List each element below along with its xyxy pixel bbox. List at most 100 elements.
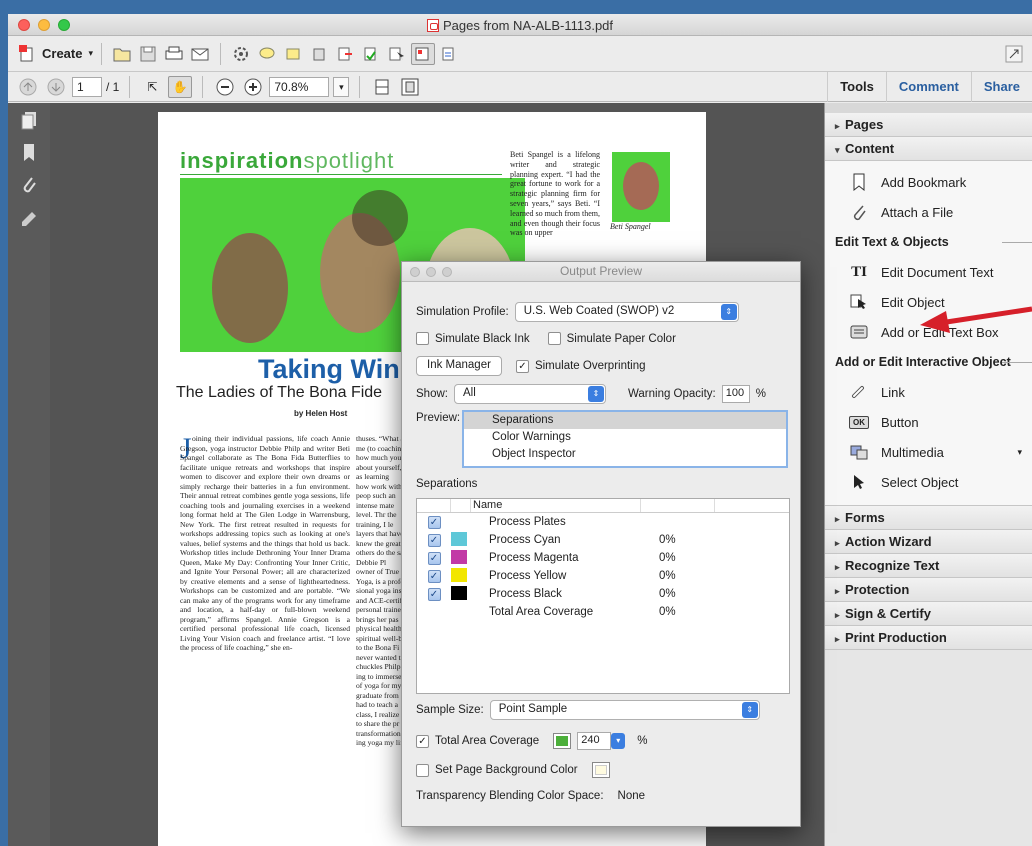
- create-button[interactable]: Create: [42, 46, 82, 61]
- open-folder-icon[interactable]: [110, 43, 134, 65]
- tool-attach-file[interactable]: Attach a File: [825, 197, 1032, 227]
- preview-mode-list: Separations Color Warnings Object Inspec…: [462, 410, 788, 468]
- export-icon[interactable]: [333, 43, 357, 65]
- dialog-zoom-button[interactable]: [442, 267, 452, 277]
- tab-tools[interactable]: Tools: [827, 72, 886, 102]
- fit-page-icon[interactable]: [398, 76, 422, 98]
- text-cursor-icon: TI: [851, 263, 867, 280]
- table-row[interactable]: ✓ Process Plates: [417, 513, 789, 531]
- select-stepper-icon: ⇕: [587, 386, 604, 402]
- tool-select-object[interactable]: Select Object: [825, 467, 1032, 497]
- tool-edit-document-text[interactable]: TI Edit Document Text: [825, 257, 1032, 287]
- email-icon[interactable]: [188, 43, 212, 65]
- blending-space-label: Transparency Blending Color Space:: [416, 790, 604, 802]
- set-page-background-checkbox[interactable]: [416, 763, 429, 777]
- table-row[interactable]: ✓ Process Yellow 0%: [417, 567, 789, 585]
- sample-size-select[interactable]: Point Sample ⇕: [489, 700, 760, 720]
- hand-tool-icon[interactable]: ✋: [168, 75, 193, 98]
- section-protection[interactable]: ▸ Protection: [825, 578, 1032, 602]
- table-row[interactable]: Total Area Coverage 0%: [417, 603, 789, 621]
- print-icon[interactable]: [162, 43, 186, 65]
- preflight-icon[interactable]: [437, 43, 461, 65]
- create-icon[interactable]: [16, 43, 40, 65]
- simulate-paper-color-checkbox[interactable]: [547, 332, 561, 345]
- section-content[interactable]: ▾ Content: [825, 137, 1032, 161]
- output-preview-icon[interactable]: [411, 42, 435, 65]
- settings-gear-icon[interactable]: [229, 43, 253, 65]
- zoom-in-icon[interactable]: [241, 76, 265, 98]
- preview-option-separations[interactable]: Separations: [464, 412, 786, 429]
- tool-link[interactable]: Link: [825, 377, 1032, 407]
- row-checkbox[interactable]: ✓: [417, 515, 451, 529]
- tac-color-swatch[interactable]: [553, 733, 572, 749]
- page-background-label: Set Page Background Color: [435, 764, 578, 776]
- tool-button[interactable]: OK Button: [825, 407, 1032, 437]
- row-pct: 0%: [659, 552, 676, 564]
- section-sign-certify[interactable]: ▸ Sign & Certify: [825, 602, 1032, 626]
- previous-page-icon[interactable]: [16, 76, 40, 98]
- section-action-wizard[interactable]: ▸ Action Wizard: [825, 530, 1032, 554]
- row-checkbox[interactable]: ✓: [417, 587, 451, 601]
- dialog-minimize-button[interactable]: [426, 267, 436, 277]
- combine-icon[interactable]: [359, 43, 383, 65]
- row-checkbox[interactable]: ✓: [417, 551, 451, 565]
- row-checkbox[interactable]: ✓: [417, 533, 451, 547]
- page-background-swatch[interactable]: [591, 762, 610, 778]
- page-number-input[interactable]: 1: [72, 76, 102, 97]
- zoom-level-input[interactable]: 70.8%: [269, 76, 330, 97]
- preview-option-object-inspector[interactable]: Object Inspector: [464, 446, 786, 463]
- tool-multimedia[interactable]: Multimedia ▾: [825, 437, 1032, 467]
- show-select[interactable]: All ⇕: [453, 384, 606, 404]
- section-print-production[interactable]: ▸ Print Production: [825, 626, 1032, 650]
- tac-value-input[interactable]: 240: [577, 732, 612, 750]
- table-row[interactable]: ✓ Process Magenta 0%: [417, 549, 789, 567]
- simulate-black-ink-checkbox[interactable]: [416, 332, 429, 345]
- warning-opacity-input[interactable]: 100: [721, 385, 750, 403]
- attachments-icon[interactable]: [20, 175, 38, 195]
- stamp-icon[interactable]: [307, 43, 331, 65]
- section-forms[interactable]: ▸ Forms: [825, 506, 1032, 530]
- bookmarks-icon[interactable]: [20, 143, 38, 163]
- signatures-icon[interactable]: [20, 207, 38, 227]
- ink-manager-button[interactable]: Ink Manager: [416, 356, 502, 376]
- page-thumbnails-icon[interactable]: [20, 111, 38, 131]
- beti-photo: [612, 152, 670, 222]
- select-cursor-icon[interactable]: ⇱: [140, 76, 164, 98]
- dropdown-arrow-icon[interactable]: ▾: [1017, 447, 1022, 458]
- next-page-icon[interactable]: [44, 76, 68, 98]
- show-row: Show: All ⇕ Warning Opacity: 100 %: [416, 384, 766, 404]
- header-check-col: [417, 499, 451, 512]
- tab-comment[interactable]: Comment: [885, 72, 971, 102]
- tac-dropdown-icon[interactable]: ▾: [611, 733, 626, 749]
- simulate-overprinting-checkbox[interactable]: ✓: [515, 359, 529, 373]
- tab-share[interactable]: Share: [970, 72, 1032, 102]
- row-name: Process Magenta: [489, 552, 579, 564]
- toolbar-divider: [220, 42, 221, 65]
- save-icon[interactable]: [136, 43, 160, 65]
- dialog-close-button[interactable]: [410, 267, 420, 277]
- select-tool-icon[interactable]: [385, 43, 409, 65]
- ok-button-icon: OK: [849, 415, 869, 429]
- section-pages[interactable]: ▸ Pages: [825, 113, 1032, 137]
- row-swatch: [451, 567, 489, 585]
- zoom-dropdown-icon[interactable]: ▾: [333, 76, 350, 97]
- comment-icon[interactable]: [255, 43, 279, 65]
- total-area-coverage-checkbox[interactable]: ✓: [416, 734, 429, 748]
- tool-add-bookmark[interactable]: Add Bookmark: [825, 167, 1032, 197]
- masthead-rule: [180, 174, 502, 175]
- preview-option-color-warnings[interactable]: Color Warnings: [464, 429, 786, 446]
- scrolling-mode-icon[interactable]: [370, 76, 394, 98]
- row-checkbox[interactable]: ✓: [417, 569, 451, 583]
- table-row[interactable]: ✓ Process Cyan 0%: [417, 531, 789, 549]
- zoom-out-icon[interactable]: [213, 76, 237, 98]
- highlight-icon[interactable]: [281, 43, 305, 65]
- table-row[interactable]: ✓ Process Black 0%: [417, 585, 789, 603]
- section-label: Forms: [845, 510, 885, 525]
- section-label: Action Wizard: [845, 534, 932, 549]
- expanded-arrow-icon: ▾: [835, 145, 840, 155]
- simulation-profile-select[interactable]: U.S. Web Coated (SWOP) v2 ⇕: [514, 302, 739, 322]
- section-recognize-text[interactable]: ▸ Recognize Text: [825, 554, 1032, 578]
- main-toolbar: Create ▾: [8, 36, 1032, 72]
- create-dropdown-icon[interactable]: ▾: [88, 48, 93, 59]
- expand-window-icon[interactable]: [1002, 43, 1026, 65]
